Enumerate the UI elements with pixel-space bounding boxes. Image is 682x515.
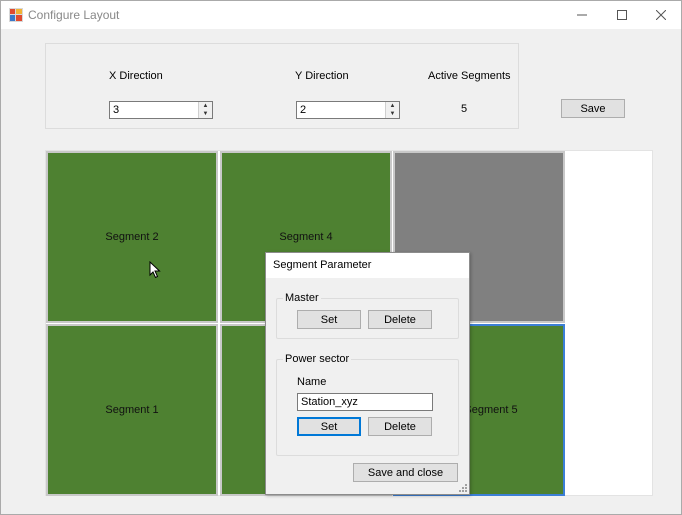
save-button[interactable]: Save: [561, 99, 625, 118]
segment-tile[interactable]: Segment 1: [46, 324, 218, 496]
x-direction-label: X Direction: [109, 70, 163, 82]
spin-up-icon[interactable]: ▲: [386, 102, 399, 110]
settings-panel: X Direction 3 ▲ ▼ Y Direction 2 ▲ ▼ Acti…: [45, 43, 519, 129]
y-direction-value[interactable]: 2: [300, 104, 306, 116]
y-direction-label: Y Direction: [295, 70, 349, 82]
resize-grip-icon[interactable]: [459, 484, 467, 492]
minimize-button[interactable]: [562, 1, 602, 29]
minimize-icon: [577, 14, 587, 16]
segment-label: Segment 1: [105, 404, 159, 416]
close-icon: [656, 10, 666, 20]
name-label: Name: [297, 376, 327, 388]
active-segments-label: Active Segments: [428, 70, 511, 82]
power-sector-group: Power sector Name Station_xyz Set Delete: [276, 353, 459, 456]
segment-label: Segment 4: [279, 231, 333, 243]
segment-label: Segment 2: [105, 231, 159, 243]
master-set-button[interactable]: Set: [297, 310, 361, 329]
save-and-close-button[interactable]: Save and close: [353, 463, 458, 482]
maximize-icon: [617, 10, 627, 20]
app-icon: [9, 8, 23, 22]
master-group: Master Set Delete: [276, 292, 459, 339]
master-delete-button[interactable]: Delete: [368, 310, 432, 329]
y-direction-spinner[interactable]: 2 ▲ ▼: [296, 101, 400, 119]
dialog-title: Segment Parameter: [266, 253, 469, 278]
power-sector-name-input[interactable]: Station_xyz: [297, 393, 433, 411]
maximize-button[interactable]: [602, 1, 642, 29]
power-sector-group-label: Power sector: [283, 353, 352, 365]
segment-parameter-dialog: Segment Parameter Master Set Delete Powe…: [265, 252, 470, 495]
spin-down-icon[interactable]: ▼: [199, 110, 212, 118]
x-direction-spinner[interactable]: 3 ▲ ▼: [109, 101, 213, 119]
power-sector-delete-button[interactable]: Delete: [368, 417, 432, 436]
spin-down-icon[interactable]: ▼: [386, 110, 399, 118]
segment-tile[interactable]: Segment 2: [46, 151, 218, 323]
mouse-cursor-icon: [149, 261, 161, 279]
master-group-label: Master: [283, 292, 321, 304]
x-direction-arrows[interactable]: ▲ ▼: [198, 102, 212, 118]
spin-up-icon[interactable]: ▲: [199, 102, 212, 110]
window-title: Configure Layout: [28, 8, 120, 22]
active-segments-value: 5: [461, 103, 468, 115]
x-direction-value[interactable]: 3: [113, 104, 119, 116]
y-direction-arrows[interactable]: ▲ ▼: [385, 102, 399, 118]
close-button[interactable]: [641, 1, 681, 29]
title-bar: Configure Layout: [1, 1, 681, 29]
configure-layout-window: Configure Layout X Direction 3 ▲ ▼ Y Dir…: [0, 0, 682, 515]
power-sector-set-button[interactable]: Set: [297, 417, 361, 436]
